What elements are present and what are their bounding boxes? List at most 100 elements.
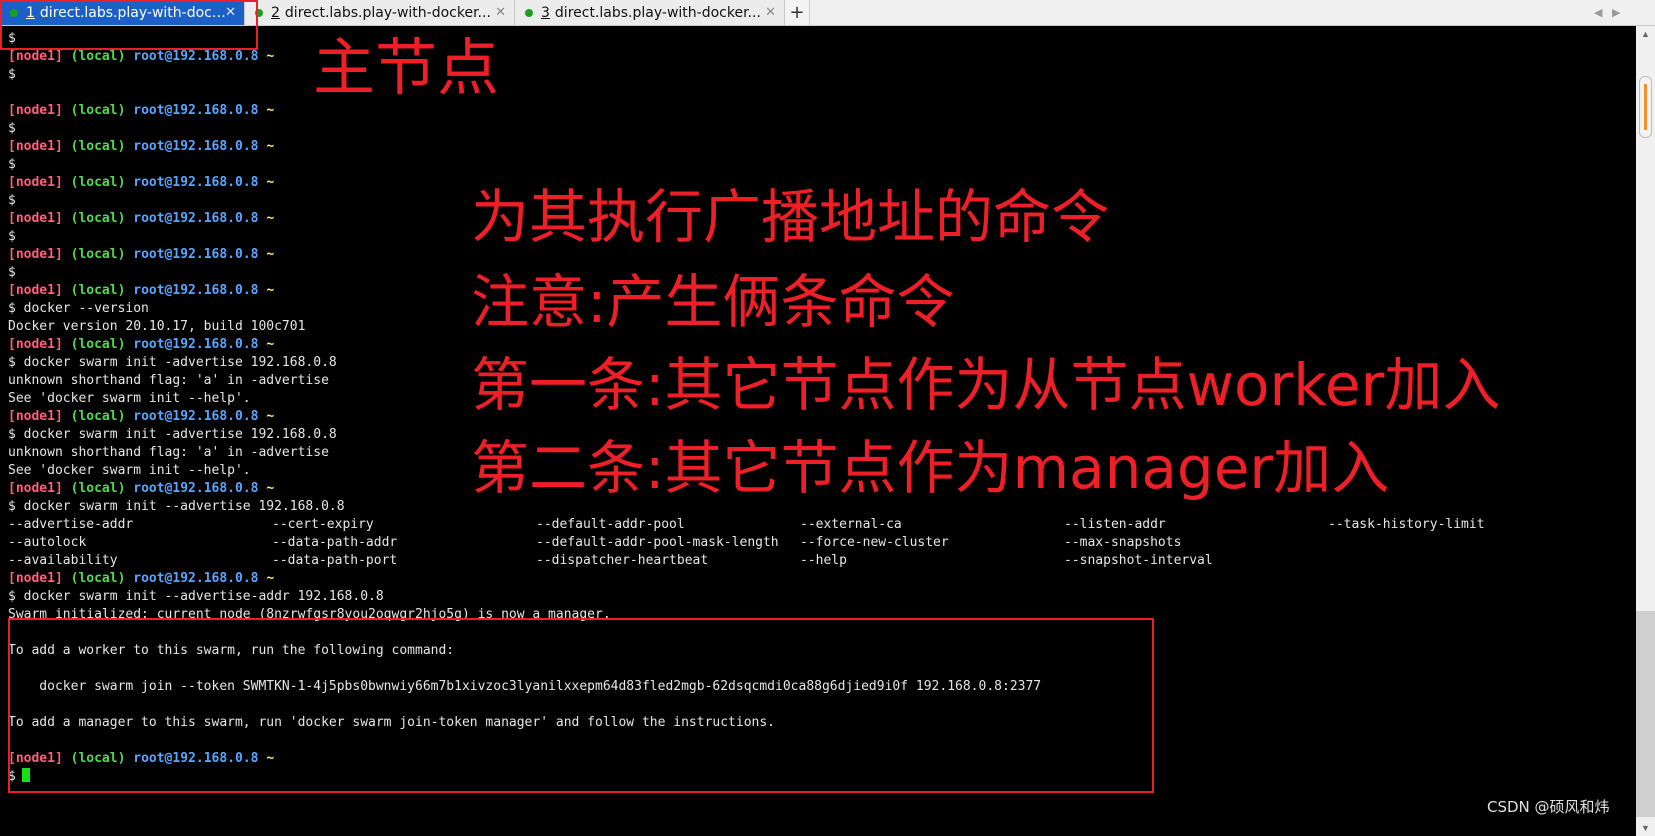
- close-tab-icon[interactable]: ✕: [765, 5, 776, 20]
- prompt-user-host: root@192.168.0.8: [133, 481, 259, 496]
- prompt-local: (local): [70, 175, 126, 190]
- option-item: --advertise-addr: [8, 517, 134, 532]
- prompt-path: ~: [266, 481, 275, 496]
- prompt-user-host: root@192.168.0.8: [133, 103, 259, 118]
- prompt-path: ~: [266, 571, 275, 586]
- prompt-line: [node1] (local) root@192.168.0.8 ~: [8, 210, 274, 228]
- terminal-line: $ docker swarm init --advertise-addr 192…: [8, 589, 384, 604]
- prompt-line: [node1] (local) root@192.168.0.8 ~: [8, 480, 274, 498]
- option-item: --max-snapshots: [1064, 535, 1182, 550]
- terminal-line: See 'docker swarm init --help'.: [8, 463, 251, 478]
- prompt-node: [node1]: [8, 103, 63, 118]
- prompt-line: [node1] (local) root@192.168.0.8 ~: [8, 48, 274, 66]
- prompt-user-host: root@192.168.0.8: [133, 139, 259, 154]
- prompt-path: ~: [266, 283, 275, 298]
- prompt-local: (local): [70, 139, 126, 154]
- prompt-user-host: root@192.168.0.8: [133, 409, 259, 424]
- terminal-line: $: [8, 67, 16, 82]
- close-tab-icon[interactable]: ✕: [495, 5, 506, 20]
- prompt-local: (local): [70, 247, 126, 262]
- chevron-right-icon[interactable]: ▶: [1612, 0, 1620, 25]
- tab-title: direct.labs.play-with-docker...: [284, 4, 491, 21]
- option-item: --cert-expiry: [272, 517, 374, 532]
- tab-2[interactable]: 2 direct.labs.play-with-docker... ✕: [245, 0, 515, 25]
- terminal-line: Docker version 20.10.17, build 100c701: [8, 319, 306, 334]
- option-item: --availability: [8, 553, 118, 568]
- prompt-node: [node1]: [8, 247, 63, 262]
- scroll-track-highlight: [1636, 611, 1655, 817]
- app-window: 1 direct.labs.play-with-dock... ✕ 2 dire…: [0, 0, 1655, 836]
- annotation-main-node: 主节点: [313, 31, 500, 104]
- annotation-line-1: 为其执行广播地址的命令: [471, 183, 1110, 251]
- option-item: --dispatcher-heartbeat: [536, 553, 709, 568]
- prompt-user-host: root@192.168.0.8: [133, 247, 259, 262]
- tab-3[interactable]: 3 direct.labs.play-with-docker... ✕: [515, 0, 785, 25]
- scroll-down-icon[interactable]: ▼: [1636, 820, 1655, 836]
- prompt-line: [node1] (local) root@192.168.0.8 ~: [8, 408, 274, 426]
- terminal-line: $: [8, 157, 16, 172]
- prompt-local: (local): [70, 337, 126, 352]
- plus-icon[interactable]: +: [785, 0, 810, 25]
- option-item: --snapshot-interval: [1064, 553, 1213, 568]
- option-item: --help: [800, 553, 847, 568]
- prompt-path: ~: [266, 103, 275, 118]
- prompt-local: (local): [70, 409, 126, 424]
- terminal-line: $: [8, 229, 16, 244]
- prompt-node: [node1]: [8, 283, 63, 298]
- prompt-line: [node1] (local) root@192.168.0.8 ~: [8, 138, 274, 156]
- terminal-line: $: [8, 121, 16, 136]
- watermark: CSDN @硕风和炜: [1487, 798, 1610, 816]
- tab-title: direct.labs.play-with-docker...: [554, 4, 761, 21]
- prompt-user-host: root@192.168.0.8: [133, 211, 259, 226]
- option-item: --data-path-addr: [272, 535, 398, 550]
- prompt-user-host: root@192.168.0.8: [133, 337, 259, 352]
- prompt-node: [node1]: [8, 211, 63, 226]
- prompt-node: [node1]: [8, 49, 63, 64]
- option-item: --force-new-cluster: [800, 535, 949, 550]
- vertical-scrollbar[interactable]: ▲ ▼: [1636, 26, 1655, 836]
- prompt-line: [node1] (local) root@192.168.0.8 ~: [8, 246, 274, 264]
- annotation-line-4: 第二条:其它节点作为manager加入: [471, 434, 1390, 502]
- annotation-line-2: 注意:产生俩条命令: [471, 268, 955, 336]
- terminal-line: unknown shorthand flag: 'a' in -advertis…: [8, 373, 329, 388]
- prompt-user-host: root@192.168.0.8: [133, 283, 259, 298]
- chevron-left-icon[interactable]: ◀: [1594, 0, 1602, 25]
- option-item: --default-addr-pool-mask-length: [536, 535, 779, 550]
- terminal-line: $: [8, 193, 16, 208]
- prompt-node: [node1]: [8, 409, 63, 424]
- prompt-node: [node1]: [8, 571, 63, 586]
- prompt-local: (local): [70, 571, 126, 586]
- scroll-marker: [1644, 84, 1647, 130]
- terminal-line: unknown shorthand flag: 'a' in -advertis…: [8, 445, 329, 460]
- terminal-line: See 'docker swarm init --help'.: [8, 391, 251, 406]
- prompt-path: ~: [266, 175, 275, 190]
- prompt-local: (local): [70, 481, 126, 496]
- option-item: --listen-addr: [1064, 517, 1166, 532]
- terminal-line: $: [8, 265, 16, 280]
- option-item: --default-addr-pool: [536, 517, 685, 532]
- option-item: --external-ca: [800, 517, 902, 532]
- prompt-local: (local): [70, 283, 126, 298]
- option-item: --data-path-port: [272, 553, 398, 568]
- prompt-local: (local): [70, 49, 126, 64]
- prompt-path: ~: [266, 337, 275, 352]
- prompt-node: [node1]: [8, 175, 63, 190]
- prompt-local: (local): [70, 103, 126, 118]
- prompt-line: [node1] (local) root@192.168.0.8 ~: [8, 102, 274, 120]
- terminal-line: $ docker swarm init -advertise 192.168.0…: [8, 427, 337, 442]
- prompt-path: ~: [266, 409, 275, 424]
- option-item: --task-history-limit: [1328, 517, 1485, 532]
- prompt-user-host: root@192.168.0.8: [133, 175, 259, 190]
- prompt-path: ~: [266, 139, 275, 154]
- prompt-path: ~: [266, 247, 275, 262]
- tab-number: 2: [271, 4, 280, 21]
- terminal-line: $ docker swarm init --advertise 192.168.…: [8, 499, 345, 514]
- prompt-line: [node1] (local) root@192.168.0.8 ~: [8, 570, 274, 588]
- terminal-line: $ docker --version: [8, 301, 149, 316]
- annotation-line-3: 第一条:其它节点作为从节点worker加入: [471, 351, 1501, 419]
- annotation-box-tab: [0, 0, 258, 50]
- prompt-node: [node1]: [8, 481, 63, 496]
- scroll-up-icon[interactable]: ▲: [1636, 26, 1655, 42]
- annotation-box-output: [8, 618, 1154, 793]
- prompt-user-host: root@192.168.0.8: [133, 571, 259, 586]
